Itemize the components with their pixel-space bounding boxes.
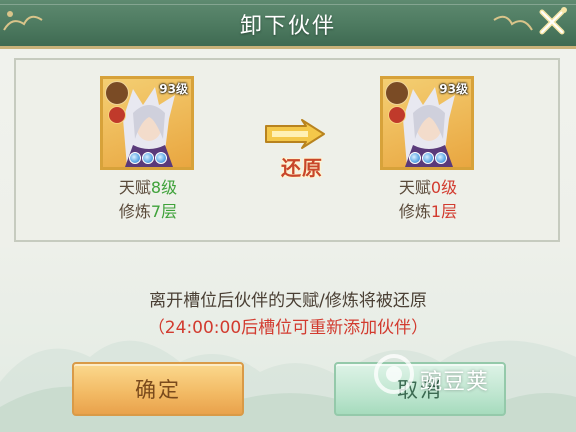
partner-card-before: 93级 — [100, 76, 194, 170]
cultivation-line: 修炼7层 — [78, 200, 218, 224]
talent-label: 天赋 — [118, 178, 151, 197]
talent-line: 天赋8级 — [78, 176, 218, 200]
double-arrow-right-icon — [265, 119, 325, 149]
star-rating — [129, 152, 167, 164]
star-icon — [409, 152, 421, 164]
star-icon — [435, 152, 447, 164]
cloud-ornament-icon — [493, 15, 533, 31]
cooldown-message: （24:00:00后槽位可重新添加伙伴） — [147, 318, 429, 338]
cultivation-label: 修炼 — [398, 202, 431, 221]
talent-value: 8级 — [150, 178, 178, 197]
partner-card-after: 93级 — [380, 76, 474, 170]
partner-level: 93级 — [159, 82, 188, 96]
cultivation-value: 1层 — [430, 202, 458, 221]
star-icon — [422, 152, 434, 164]
talent-value: 0级 — [430, 178, 458, 197]
warning-message: 离开槽位后伙伴的天赋/修炼将被还原 — [149, 291, 427, 311]
star-rating — [409, 152, 447, 164]
star-icon — [142, 152, 154, 164]
comparison-panel: 93级 天赋8级 修炼7层 还原 93级 天赋0级 修炼1层 — [14, 58, 560, 242]
partner-level: 93级 — [439, 82, 468, 96]
cultivation-label: 修炼 — [118, 202, 151, 221]
star-icon — [155, 152, 167, 164]
confirm-button[interactable]: 确定 — [72, 362, 244, 416]
cultivation-line: 修炼1层 — [358, 200, 498, 224]
before-stats: 天赋8级 修炼7层 — [78, 176, 218, 224]
class-icon — [108, 106, 126, 124]
star-icon — [129, 152, 141, 164]
unequip-partner-dialog: 卸下伙伴 93级 天赋8级 修炼7层 还原 93级 天赋0级 修炼1层 离开槽位… — [0, 0, 576, 432]
cultivation-value: 7层 — [150, 202, 178, 221]
restore-indicator: 还原 — [262, 116, 342, 206]
element-icon — [385, 81, 409, 105]
after-stats: 天赋0级 修炼1层 — [358, 176, 498, 224]
talent-label: 天赋 — [398, 178, 431, 197]
close-icon[interactable] — [534, 4, 570, 40]
watermark-text: 豌豆荚 — [420, 370, 490, 395]
class-icon — [388, 106, 406, 124]
talent-line: 天赋0级 — [358, 176, 498, 200]
restore-label: 还原 — [281, 156, 323, 180]
title-bar: 卸下伙伴 — [0, 0, 576, 49]
element-icon — [105, 81, 129, 105]
